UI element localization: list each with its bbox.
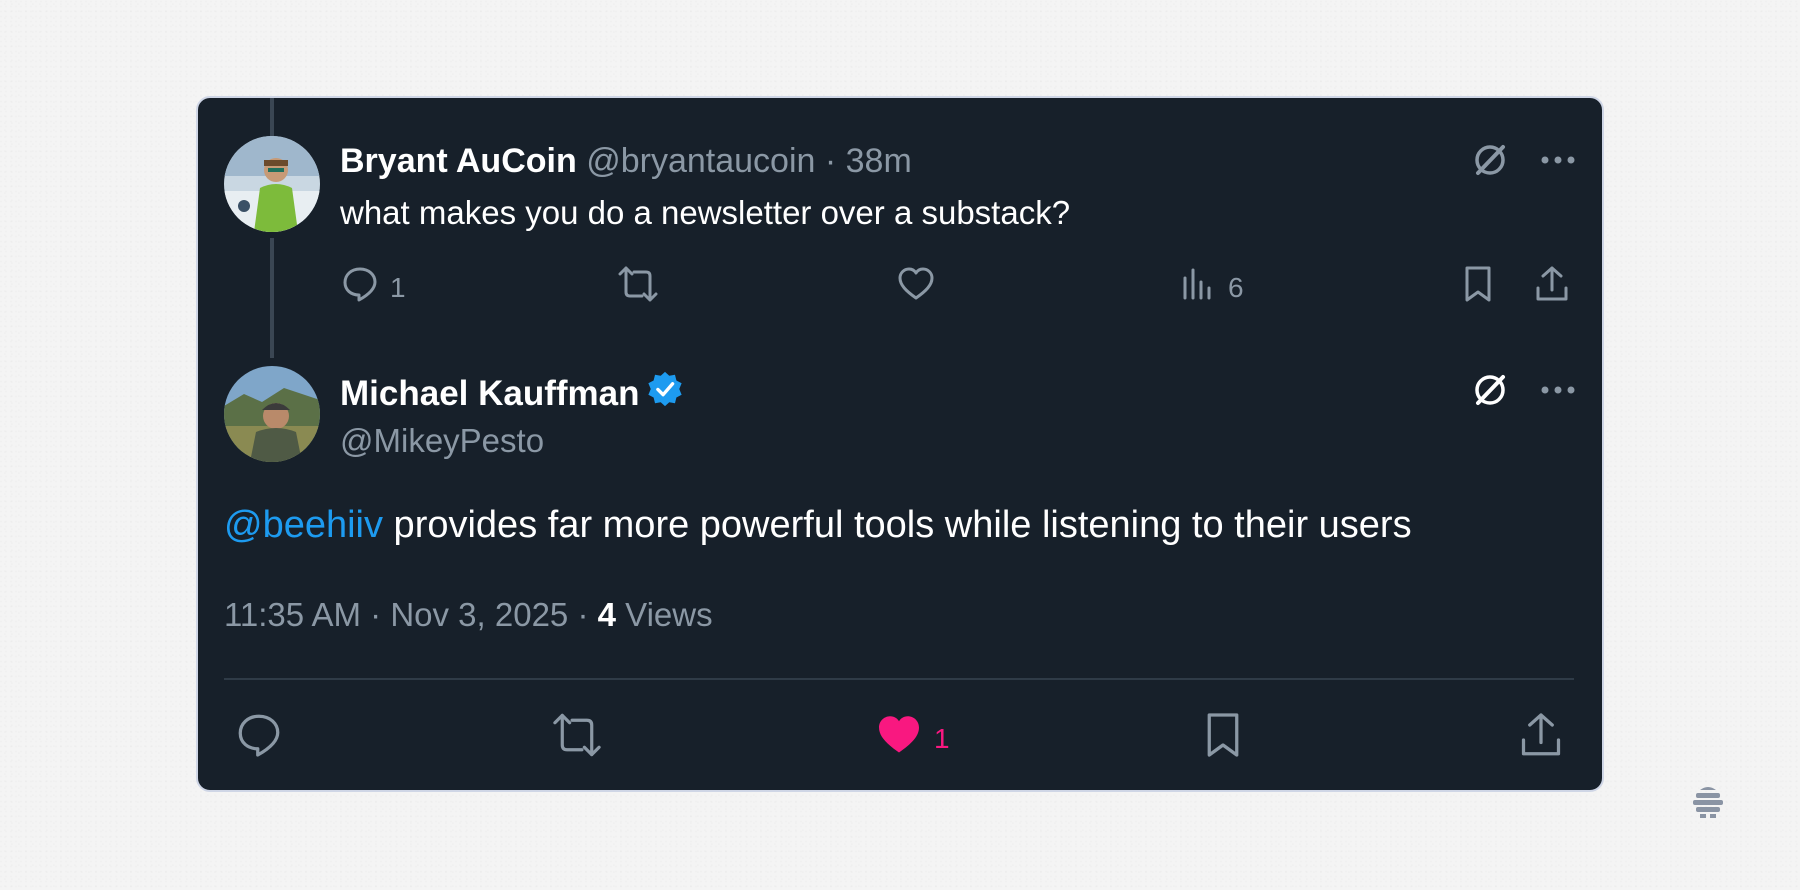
tweet-meta: 11:35 AM · Nov 3, 2025 · 4 Views — [224, 594, 713, 636]
main-author-row: Michael Kauffman — [340, 370, 684, 418]
reply-button[interactable]: 1 — [340, 264, 406, 311]
grok-icon[interactable] — [1470, 370, 1510, 410]
avatar[interactable] — [224, 366, 320, 462]
bookmark-button[interactable] — [1458, 264, 1498, 311]
more-icon[interactable] — [1540, 154, 1576, 166]
reply-action-bar: 1 6 — [340, 264, 1580, 310]
thread-line — [270, 238, 274, 358]
reply-top-actions — [1470, 140, 1576, 180]
share-icon — [1532, 264, 1572, 311]
timestamp[interactable]: 38m — [846, 142, 912, 180]
bookmark-button[interactable] — [1198, 710, 1248, 767]
reply-header: Bryant AuCoin @bryantaucoin · 38m — [340, 140, 912, 182]
reply-icon — [340, 264, 380, 311]
beehiiv-logo-icon — [1690, 784, 1726, 820]
views-label: Views — [625, 596, 713, 633]
tweet-text: @beehiiv provides far more powerful tool… — [224, 500, 1412, 550]
avatar[interactable] — [224, 136, 320, 232]
repost-icon — [616, 264, 660, 311]
repost-button[interactable] — [550, 710, 604, 767]
like-button[interactable]: 1 — [874, 710, 950, 767]
more-icon[interactable] — [1540, 384, 1576, 396]
reply-button[interactable] — [234, 710, 284, 767]
views-button[interactable]: 6 — [1178, 264, 1244, 311]
share-button[interactable] — [1532, 264, 1572, 311]
separator: · — [824, 142, 837, 180]
reply-text: what makes you do a newsletter over a su… — [340, 194, 1071, 231]
divider — [224, 678, 1574, 680]
reply-icon — [234, 710, 284, 767]
page-background: Bryant AuCoin @bryantaucoin · 38m what m… — [0, 0, 1800, 890]
bookmark-icon — [1458, 264, 1498, 311]
main-top-actions — [1470, 370, 1576, 410]
heart-icon — [896, 264, 936, 311]
share-icon — [1516, 710, 1566, 767]
author-name[interactable]: Bryant AuCoin — [340, 142, 577, 180]
like-button[interactable] — [896, 264, 936, 311]
repost-button[interactable] — [616, 264, 660, 311]
share-button[interactable] — [1516, 710, 1566, 767]
author-handle[interactable]: @bryantaucoin — [586, 142, 815, 180]
separator: · — [577, 596, 589, 633]
bookmark-icon — [1198, 710, 1248, 767]
tweet-date[interactable]: Nov 3, 2025 — [390, 596, 568, 633]
author-name[interactable]: Michael Kauffman — [340, 373, 640, 415]
mention-link[interactable]: @beehiiv — [224, 504, 383, 546]
tweet-card: Bryant AuCoin @bryantaucoin · 38m what m… — [196, 96, 1604, 792]
views-icon — [1178, 264, 1218, 311]
view-count: 6 — [1228, 271, 1244, 303]
tweet-time[interactable]: 11:35 AM — [224, 596, 361, 633]
repost-icon — [550, 710, 604, 767]
separator: · — [370, 596, 382, 633]
like-count: 1 — [934, 722, 950, 754]
verified-badge-icon — [646, 370, 684, 418]
views-count: 4 — [597, 596, 616, 633]
grok-icon[interactable] — [1470, 140, 1510, 180]
author-handle[interactable]: @MikeyPesto — [340, 420, 544, 462]
heart-icon — [874, 710, 924, 767]
tweet-body: provides far more powerful tools while l… — [383, 504, 1412, 546]
main-action-bar: 1 — [224, 710, 1574, 764]
reply-count: 1 — [390, 271, 406, 303]
thread-line — [270, 98, 274, 136]
